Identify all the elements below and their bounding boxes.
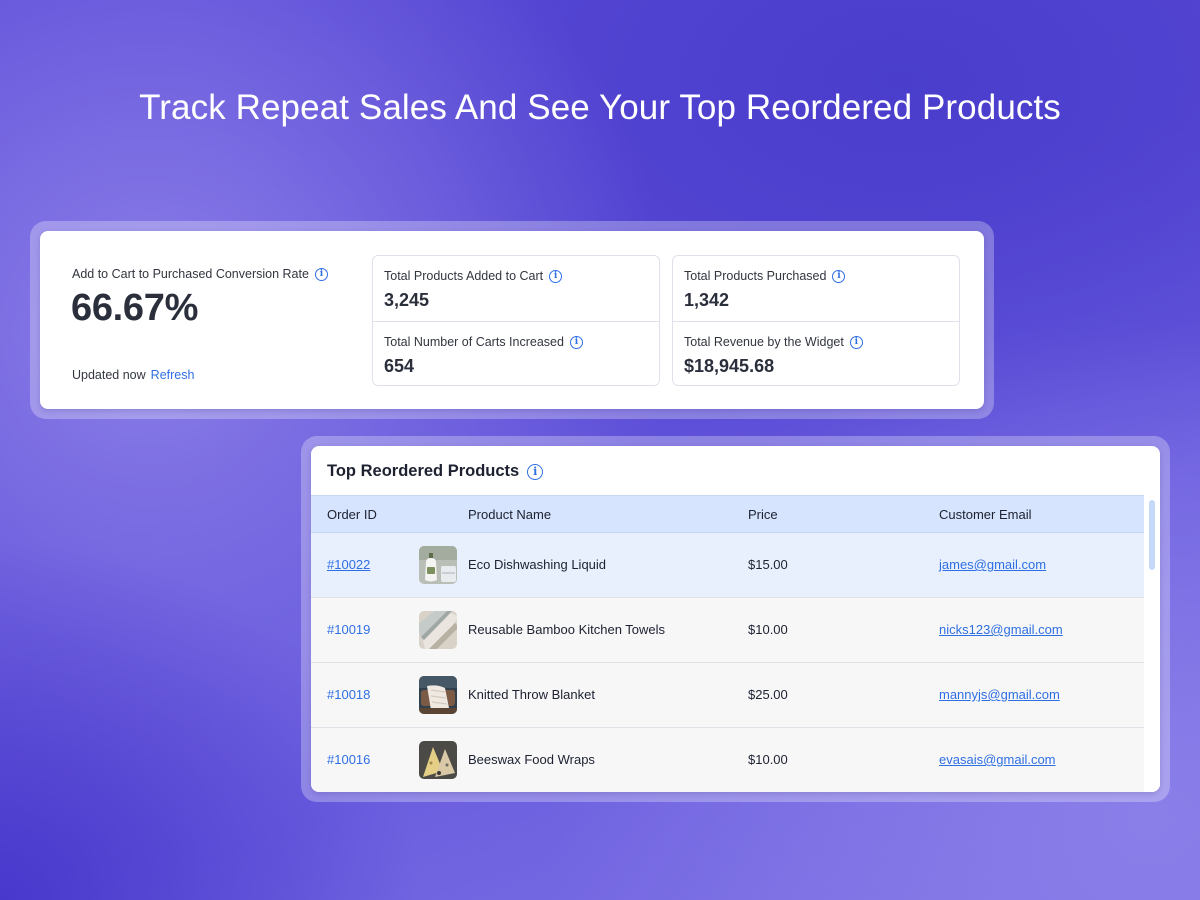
info-icon[interactable]: i <box>549 269 563 283</box>
info-icon[interactable]: i <box>527 463 544 480</box>
conversion-rate-label: Add to Cart to Purchased Conversion Rate <box>72 267 309 281</box>
column-header-order-id[interactable]: Order ID <box>327 507 377 522</box>
page-headline: Track Repeat Sales And See Your Top Reor… <box>139 88 1061 127</box>
stat-label: Total Products Added to Cart <box>384 269 544 283</box>
info-icon[interactable]: i <box>569 335 583 349</box>
table-title-row: Top Reordered Products i <box>327 462 544 481</box>
stat-label: Total Products Purchased <box>684 269 827 283</box>
wraps-thumb <box>419 741 457 779</box>
customer-email-link[interactable]: mannyjs@gmail.com <box>939 687 1060 702</box>
table-row[interactable]: #10022 Eco Dishwashing Liquid $15.00 jam… <box>311 533 1144 598</box>
column-header-price[interactable]: Price <box>748 507 778 522</box>
stat-value: 654 <box>384 356 415 376</box>
info-icon[interactable]: i <box>832 269 846 283</box>
stats-card: Add to Cart to Purchased Conversion Rate… <box>40 231 984 409</box>
stat-value: 3,245 <box>384 290 430 310</box>
product-price: $25.00 <box>748 687 788 702</box>
update-status: Updated now Refresh <box>72 368 194 382</box>
dish-soap-thumb <box>419 546 457 584</box>
stat-label: Total Revenue by the Widget <box>684 335 844 349</box>
customer-email-link[interactable]: evasais@gmail.com <box>939 752 1056 767</box>
cart-stats-box: Total Products Added to Cart i 3,245 Tota… <box>372 255 660 386</box>
order-id-link[interactable]: #10022 <box>327 557 370 572</box>
product-price: $10.00 <box>748 752 788 767</box>
product-name: Beeswax Food Wraps <box>468 752 595 767</box>
blanket-thumb <box>419 676 457 714</box>
conversion-rate-value: 66.67% <box>71 287 199 329</box>
product-name: Reusable Bamboo Kitchen Towels <box>468 622 666 637</box>
stat-added-to-cart: Total Products Added to Cart i 3,245 <box>373 256 659 320</box>
column-header-product-name[interactable]: Product Name <box>468 507 551 522</box>
column-header-customer-email[interactable]: Customer Email <box>939 507 1031 522</box>
table-row[interactable]: #10018 Knitted Throw Blanket $25.00 mann… <box>311 663 1144 728</box>
stat-products-purchased: Total Products Purchased i 1,342 <box>673 256 959 320</box>
updated-text: Updated now <box>72 368 146 382</box>
table-title: Top Reordered Products <box>327 462 520 480</box>
order-id-link[interactable]: #10018 <box>327 687 370 702</box>
table-header: Order ID Product Name Price Customer Ema… <box>311 495 1144 533</box>
stat-label: Total Number of Carts Increased <box>384 335 564 349</box>
conversion-rate-label-row: Add to Cart to Purchased Conversion Rate… <box>72 267 328 281</box>
info-icon[interactable]: i <box>849 335 863 349</box>
scrollbar-thumb[interactable] <box>1149 500 1155 570</box>
product-price: $15.00 <box>748 557 788 572</box>
towels-thumb <box>419 611 457 649</box>
info-icon[interactable]: i <box>314 267 328 281</box>
stat-value: 1,342 <box>684 290 730 310</box>
product-name: Eco Dishwashing Liquid <box>468 557 607 572</box>
customer-email-link[interactable]: james@gmail.com <box>939 557 1046 572</box>
product-price: $10.00 <box>748 622 788 637</box>
customer-email-link[interactable]: nicks123@gmail.com <box>939 622 1063 637</box>
purchase-stats-box: Total Products Purchased i 1,342 Total Re… <box>672 255 960 386</box>
reordered-products-card: Top Reordered Products i Order ID Produc… <box>311 446 1160 792</box>
stat-carts-increased: Total Number of Carts Increased i 654 <box>373 321 659 385</box>
product-name: Knitted Throw Blanket <box>468 687 595 702</box>
table-row[interactable]: #10016 Beeswax Food Wraps $10.00 evasais… <box>311 728 1144 792</box>
order-id-link[interactable]: #10019 <box>327 622 370 637</box>
order-id-link[interactable]: #10016 <box>327 752 370 767</box>
stat-value: $18,945.68 <box>684 356 775 376</box>
refresh-link[interactable]: Refresh <box>151 368 195 382</box>
table-row[interactable]: #10019 Reusable Bamboo Kitchen Towels $1… <box>311 598 1144 663</box>
stat-widget-revenue: Total Revenue by the Widget i $18,945.68 <box>673 321 959 385</box>
